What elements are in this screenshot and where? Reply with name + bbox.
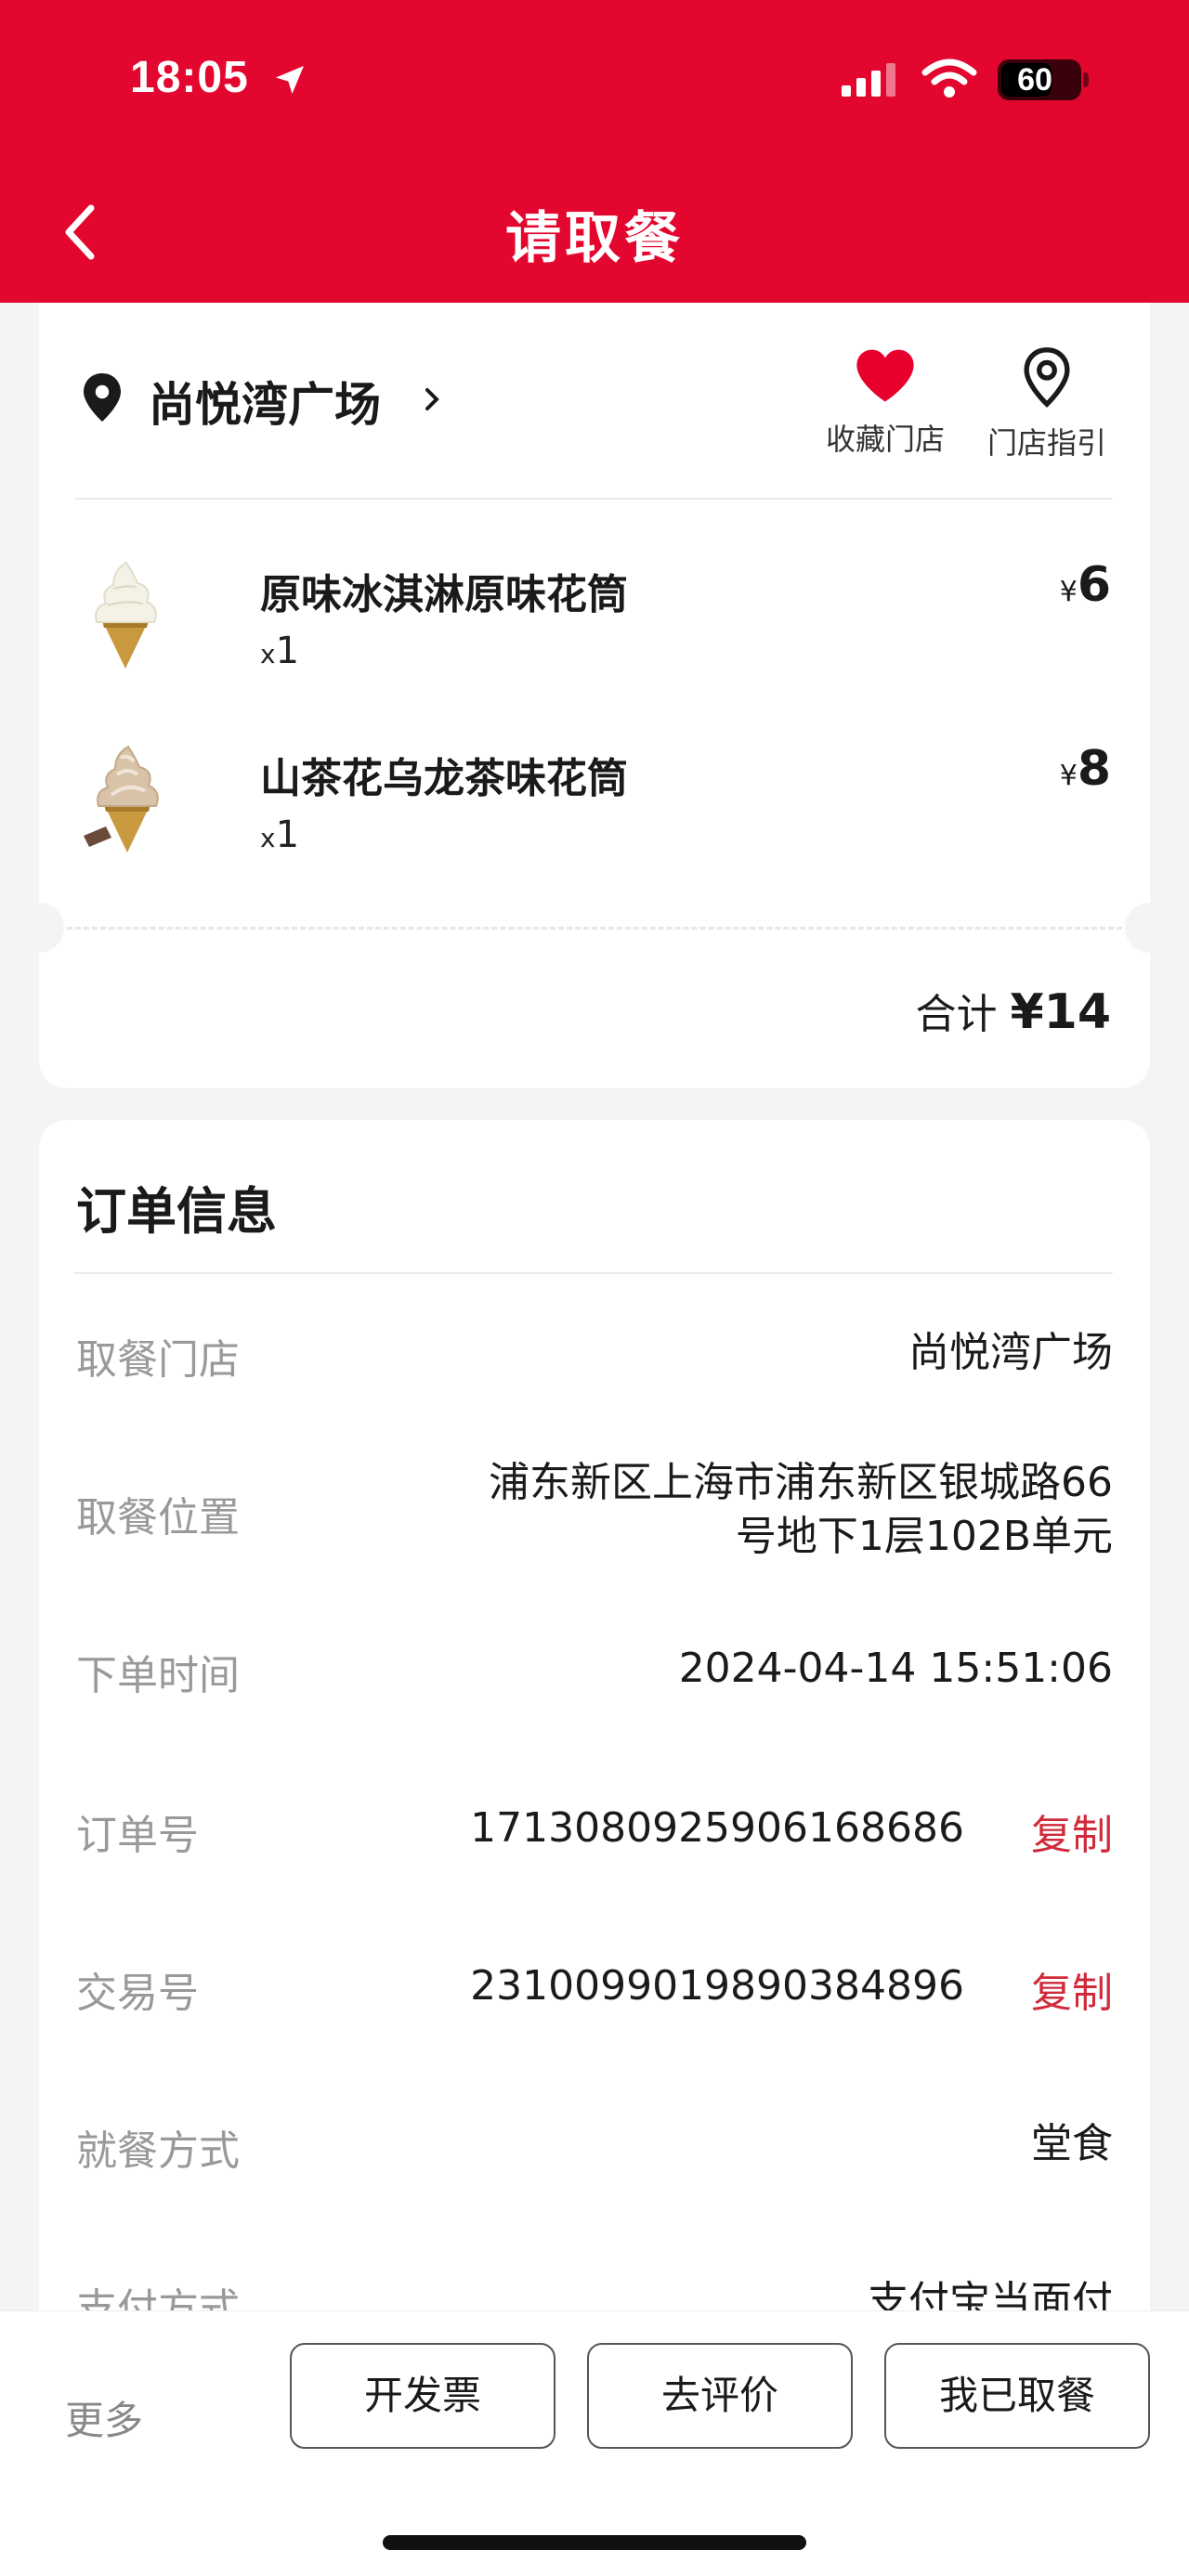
heart-icon xyxy=(856,349,914,402)
item-price: ¥6 xyxy=(1059,557,1111,613)
favorite-store-button[interactable]: 收藏门店 xyxy=(816,345,955,459)
store-guide-button[interactable]: 门店指引 xyxy=(977,345,1117,462)
order-info-title: 订单信息 xyxy=(76,1182,277,1241)
favorite-store-label: 收藏门店 xyxy=(825,422,945,457)
info-value: 堂食 xyxy=(1031,2120,1113,2167)
info-row-order-time: 下单时间 2024-04-14 15:51:06 xyxy=(76,1642,1113,1707)
list-item: 原味冰淇淋原味花筒 x1 ¥6 xyxy=(39,550,1150,717)
invoice-button[interactable]: 开发票 xyxy=(290,2343,555,2449)
info-value: 浦东新区上海市浦东新区银城路66 号地下1层102B单元 xyxy=(489,1459,1113,1560)
copy-order-number-button[interactable]: 复制 xyxy=(1031,1802,1113,1861)
location-arrow-icon xyxy=(276,66,304,94)
info-row-order-number: 订单号 1713080925906168686 复制 xyxy=(76,1802,1113,1867)
info-value: 尚悦湾广场 xyxy=(908,1329,1113,1376)
ticket-notch xyxy=(1125,903,1175,953)
info-value: 1713080925906168686 xyxy=(470,1804,964,1852)
location-pin-outline-icon xyxy=(1024,347,1070,408)
more-button[interactable]: 更多 xyxy=(65,2389,143,2446)
copy-transaction-number-button[interactable]: 复制 xyxy=(1031,1959,1113,2019)
order-total: 合计 ¥14 xyxy=(915,981,1111,1040)
item-quantity: x1 xyxy=(260,813,300,856)
wifi-icon xyxy=(921,59,977,98)
info-label: 就餐方式 xyxy=(76,2127,240,2175)
store-guide-label: 门店指引 xyxy=(986,425,1106,461)
app-header: 18:05 60 请取餐 xyxy=(0,0,1189,303)
picked-up-button[interactable]: 我已取餐 xyxy=(884,2343,1150,2449)
info-row-pickup-store: 取餐门店 尚悦湾广场 xyxy=(76,1326,1113,1391)
battery-icon: 60 xyxy=(998,59,1081,100)
store-name-link[interactable]: 尚悦湾广场 xyxy=(149,368,381,435)
info-value: 2310099019890384896 xyxy=(470,1962,964,2010)
home-indicator[interactable] xyxy=(383,2535,806,2550)
order-items-card: 尚悦湾广场 收藏门店 门店指引 原味冰淇淋原味花筒 x1 ¥6 山茶花乌龙茶味花… xyxy=(14,303,1175,1088)
info-label: 取餐位置 xyxy=(76,1494,240,1542)
item-quantity: x1 xyxy=(260,630,300,672)
item-name: 原味冰淇淋原味花筒 xyxy=(260,571,628,618)
cellular-signal-icon xyxy=(842,63,895,97)
map-pin-icon xyxy=(84,373,121,422)
list-item: 山茶花乌龙茶味花筒 x1 ¥8 xyxy=(39,734,1150,901)
info-row-transaction-number: 交易号 2310099019890384896 复制 xyxy=(76,1959,1113,2024)
info-value: 2024-04-14 15:51:06 xyxy=(678,1645,1113,1692)
item-price: ¥8 xyxy=(1059,741,1111,797)
item-name: 山茶花乌龙茶味花筒 xyxy=(260,755,628,802)
review-button[interactable]: 去评价 xyxy=(587,2343,853,2449)
page-title: 请取餐 xyxy=(505,206,684,271)
status-time: 18:05 xyxy=(130,53,249,102)
oolong-tea-ice-cream-cone-image xyxy=(84,745,159,852)
info-label: 交易号 xyxy=(76,1970,199,2017)
total-label: 合计 xyxy=(915,991,998,1038)
total-amount: ¥14 xyxy=(1010,984,1111,1040)
ticket-notch xyxy=(14,903,64,953)
order-info-card: 订单信息 取餐门店 尚悦湾广场 取餐位置 浦东新区上海市浦东新区银城路66 号地… xyxy=(39,1120,1150,2327)
info-label: 订单号 xyxy=(76,1812,199,1859)
info-label: 下单时间 xyxy=(76,1652,240,1699)
plain-ice-cream-cone-image xyxy=(95,561,157,669)
info-row-pickup-location: 取餐位置 浦东新区上海市浦东新区银城路66 号地下1层102B单元 xyxy=(76,1456,1113,1577)
info-label: 取餐门店 xyxy=(76,1336,240,1384)
divider xyxy=(74,1272,1113,1274)
dashed-divider xyxy=(67,927,1122,930)
battery-level: 60 xyxy=(1017,62,1052,98)
chevron-right-icon[interactable] xyxy=(422,383,444,416)
divider xyxy=(74,498,1113,500)
info-row-dining-method: 就餐方式 堂食 xyxy=(76,2117,1113,2182)
